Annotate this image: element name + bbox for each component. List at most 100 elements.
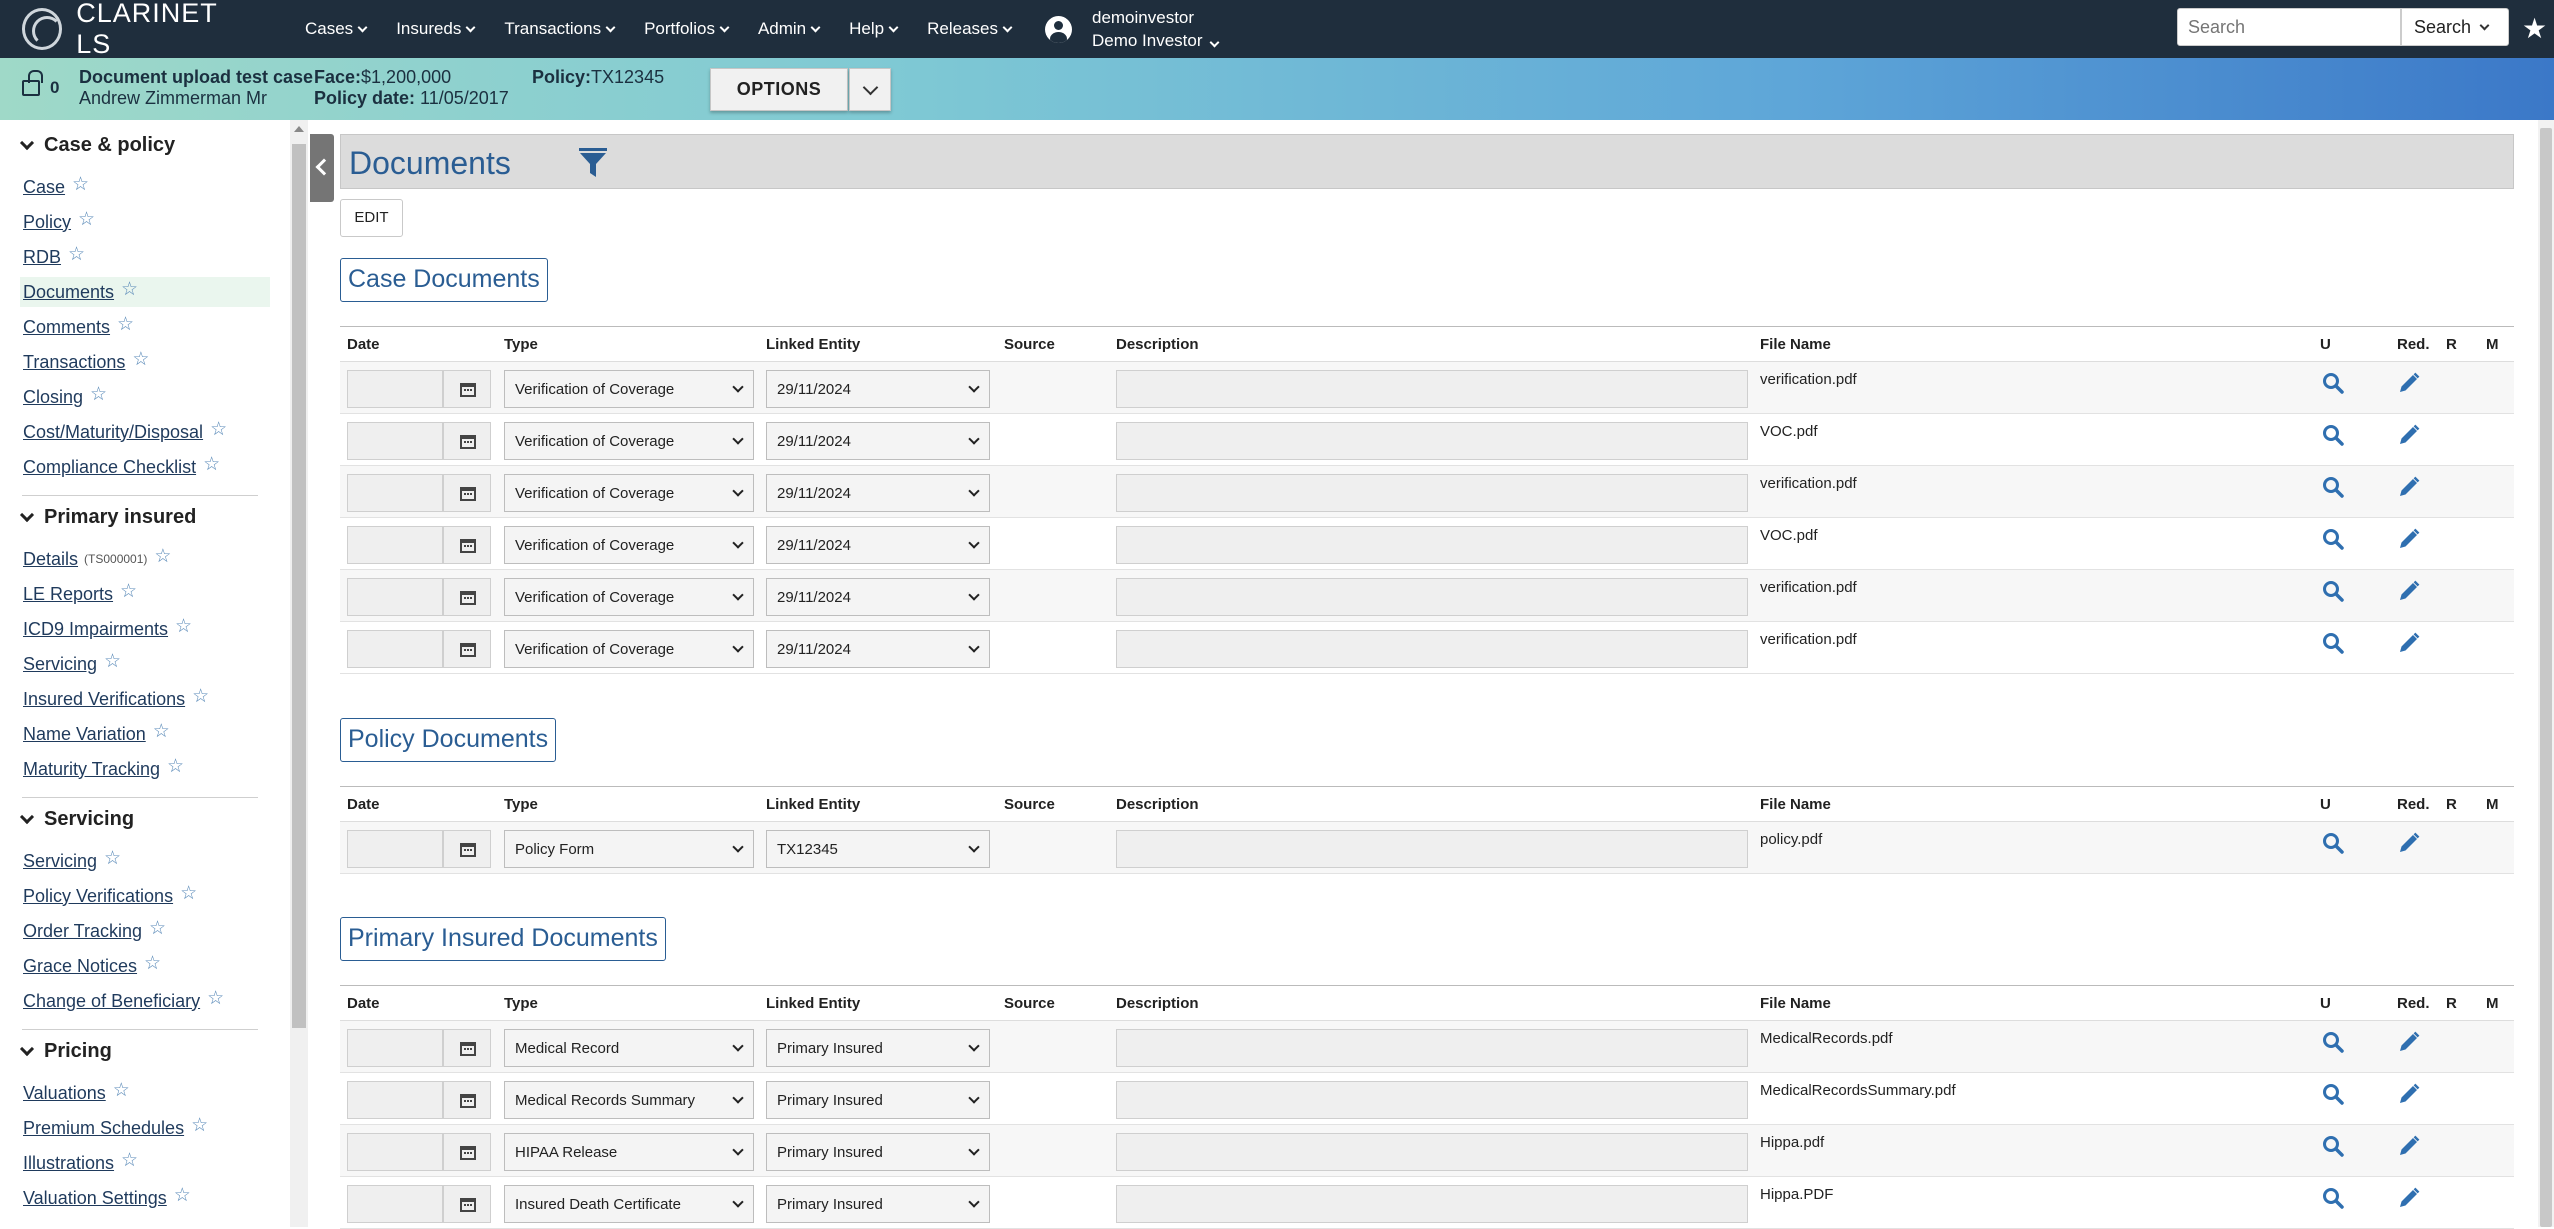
description-input[interactable]: [1116, 1081, 1748, 1119]
star-icon[interactable]: ☆: [121, 1149, 138, 1172]
sidebar-item-servicing[interactable]: Servicing ☆: [23, 649, 121, 679]
linked-entity-select[interactable]: Primary Insured: [766, 1029, 990, 1067]
menu-releases[interactable]: Releases: [927, 19, 1013, 39]
sidebar-item-compliance-checklist[interactable]: Compliance Checklist ☆: [23, 452, 220, 482]
star-icon[interactable]: ☆: [104, 847, 121, 870]
star-icon[interactable]: ☆: [117, 313, 134, 336]
menu-help[interactable]: Help: [849, 19, 899, 39]
sidebar-item-icd9-impairments[interactable]: ICD9 Impairments ☆: [23, 614, 192, 644]
menu-cases[interactable]: Cases: [305, 19, 368, 39]
lock-icon[interactable]: [22, 70, 43, 96]
calendar-button[interactable]: [443, 422, 491, 460]
sidebar-item-illustrations[interactable]: Illustrations ☆: [23, 1148, 138, 1178]
star-icon[interactable]: ☆: [121, 278, 138, 301]
date-input[interactable]: [347, 578, 443, 616]
date-input[interactable]: [347, 1029, 443, 1067]
sidebar-item-label[interactable]: Comments: [23, 317, 110, 338]
type-select[interactable]: Verification of Coverage: [504, 422, 754, 460]
star-icon[interactable]: ☆: [153, 720, 170, 743]
star-icon[interactable]: ☆: [90, 383, 107, 406]
pencil-icon[interactable]: [2397, 1030, 2421, 1054]
sidebar-item-policy-verifications[interactable]: Policy Verifications ☆: [23, 881, 197, 911]
star-icon[interactable]: ☆: [72, 173, 89, 196]
calendar-button[interactable]: [443, 526, 491, 564]
pencil-icon[interactable]: [2397, 1134, 2421, 1158]
date-input[interactable]: [347, 370, 443, 408]
options-button[interactable]: OPTIONS: [710, 68, 848, 111]
sidebar-item-label[interactable]: Cost/Maturity/Disposal: [23, 422, 203, 443]
date-input[interactable]: [347, 474, 443, 512]
magnifier-icon[interactable]: [2322, 1083, 2344, 1105]
date-input[interactable]: [347, 1081, 443, 1119]
brand[interactable]: CLARINET LS: [22, 0, 252, 60]
pencil-icon[interactable]: [2397, 475, 2421, 499]
menu-portfolios[interactable]: Portfolios: [644, 19, 730, 39]
date-input[interactable]: [347, 830, 443, 868]
type-select[interactable]: Insured Death Certificate: [504, 1185, 754, 1223]
linked-entity-select[interactable]: 29/11/2024: [766, 630, 990, 668]
sidebar-item-label[interactable]: Policy Verifications: [23, 886, 173, 907]
sidebar-item-label[interactable]: Maturity Tracking: [23, 759, 160, 780]
type-select[interactable]: Verification of Coverage: [504, 526, 754, 564]
linked-entity-select[interactable]: TX12345: [766, 830, 990, 868]
linked-entity-select[interactable]: 29/11/2024: [766, 370, 990, 408]
pencil-icon[interactable]: [2397, 831, 2421, 855]
magnifier-icon[interactable]: [2322, 476, 2344, 498]
sidebar-item-label[interactable]: Premium Schedules: [23, 1118, 184, 1139]
sidebar-item-transactions[interactable]: Transactions ☆: [23, 347, 149, 377]
type-select[interactable]: Medical Record: [504, 1029, 754, 1067]
magnifier-icon[interactable]: [2322, 528, 2344, 550]
sidebar-item-documents[interactable]: Documents ☆: [23, 277, 138, 307]
description-input[interactable]: [1116, 1133, 1748, 1171]
menu-transactions[interactable]: Transactions: [504, 19, 616, 39]
magnifier-icon[interactable]: [2322, 1187, 2344, 1209]
sidebar-item-label[interactable]: Case: [23, 177, 65, 198]
magnifier-icon[interactable]: [2322, 580, 2344, 602]
sidebar-item-change-of-beneficiary[interactable]: Change of Beneficiary ☆: [23, 986, 224, 1016]
sidebar-item-rdb[interactable]: RDB ☆: [23, 242, 85, 272]
date-input[interactable]: [347, 1185, 443, 1223]
sidebar-item-valuations[interactable]: Valuations ☆: [23, 1078, 130, 1108]
sidebar-item-label[interactable]: Grace Notices: [23, 956, 137, 977]
sidebar-item-comments[interactable]: Comments ☆: [23, 312, 134, 342]
star-icon[interactable]: ☆: [154, 545, 171, 568]
star-icon[interactable]: ☆: [167, 755, 184, 778]
sidebar-item-insured-verifications[interactable]: Insured Verifications ☆: [23, 684, 209, 714]
calendar-button[interactable]: [443, 578, 491, 616]
star-icon[interactable]: ☆: [68, 243, 85, 266]
calendar-button[interactable]: [443, 1081, 491, 1119]
sidebar-item-label[interactable]: Illustrations: [23, 1153, 114, 1174]
type-select[interactable]: Verification of Coverage: [504, 578, 754, 616]
description-input[interactable]: [1116, 1185, 1748, 1223]
type-select[interactable]: Verification of Coverage: [504, 630, 754, 668]
calendar-button[interactable]: [443, 830, 491, 868]
linked-entity-select[interactable]: 29/11/2024: [766, 422, 990, 460]
sidebar-item-closing[interactable]: Closing ☆: [23, 382, 107, 412]
linked-entity-select[interactable]: 29/11/2024: [766, 474, 990, 512]
sidebar-item-label[interactable]: Closing: [23, 387, 83, 408]
sidebar-item-policy[interactable]: Policy ☆: [23, 207, 95, 237]
edit-button[interactable]: EDIT: [340, 199, 403, 237]
star-icon[interactable]: ☆: [175, 615, 192, 638]
sidebar-item-label[interactable]: Insured Verifications: [23, 689, 185, 710]
star-icon[interactable]: ☆: [192, 685, 209, 708]
filter-icon[interactable]: [578, 147, 608, 179]
calendar-button[interactable]: [443, 1133, 491, 1171]
type-select[interactable]: Policy Form: [504, 830, 754, 868]
calendar-button[interactable]: [443, 630, 491, 668]
sidebar-item-maturity-tracking[interactable]: Maturity Tracking ☆: [23, 754, 184, 784]
scroll-up-icon[interactable]: [294, 126, 304, 132]
sidebar-section-servicing[interactable]: Servicing: [19, 808, 134, 831]
magnifier-icon[interactable]: [2322, 1031, 2344, 1053]
sidebar-section-primary-insured[interactable]: Primary insured: [19, 506, 196, 529]
date-input[interactable]: [347, 526, 443, 564]
star-icon[interactable]: ☆: [144, 952, 161, 975]
pencil-icon[interactable]: [2397, 371, 2421, 395]
favorites-star-icon[interactable]: ★: [2522, 12, 2547, 45]
linked-entity-select[interactable]: Primary Insured: [766, 1185, 990, 1223]
sidebar-item-label[interactable]: RDB: [23, 247, 61, 268]
sidebar-item-label[interactable]: Documents: [23, 282, 114, 303]
date-input[interactable]: [347, 1133, 443, 1171]
sidebar-item-label[interactable]: Valuation Settings: [23, 1188, 167, 1209]
sidebar-scrollbar-thumb[interactable]: [292, 144, 306, 1028]
